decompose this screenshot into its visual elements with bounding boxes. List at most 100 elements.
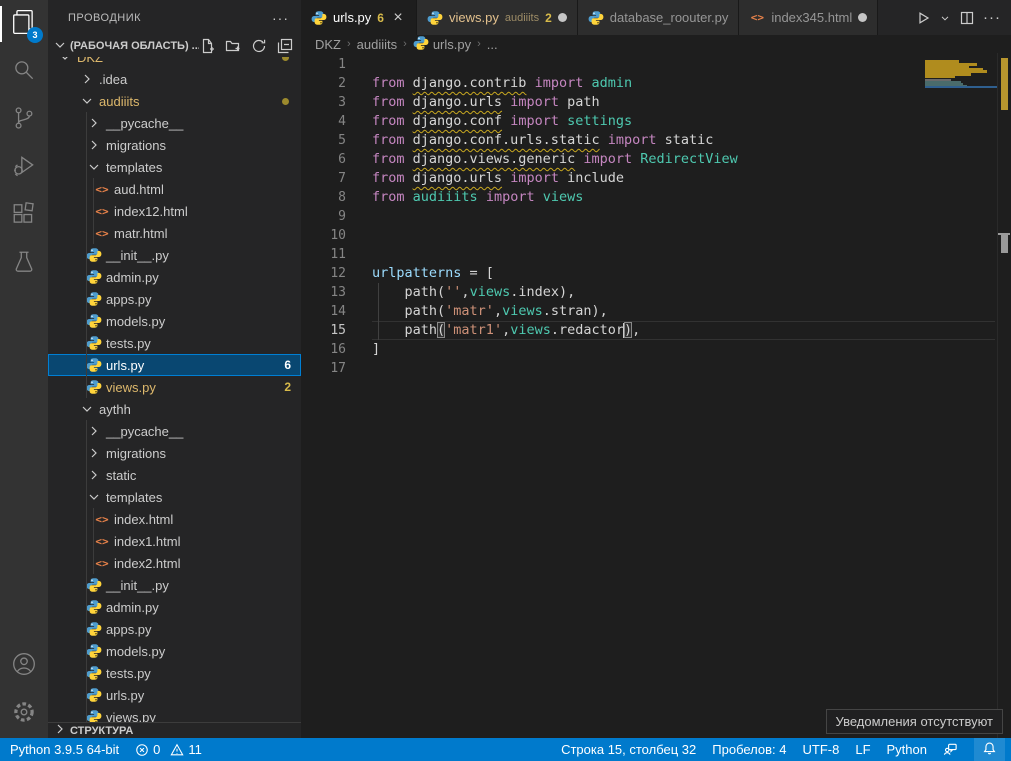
dirty-indicator-dot (558, 13, 567, 22)
more-actions-icon[interactable]: ··· (983, 9, 1001, 26)
activity-explorer-button[interactable]: 3 (0, 0, 48, 48)
run-dropdown-chevron-icon[interactable] (939, 12, 951, 24)
code-line: 10 (301, 226, 1011, 245)
tree-indent-guide (86, 684, 87, 706)
tree-item-migrations[interactable]: migrations (48, 442, 301, 464)
html-file-icon: <> (95, 557, 108, 570)
tab-label: views.py (449, 10, 499, 25)
tree-item--init-py[interactable]: __init__.py (48, 574, 301, 596)
tab-problems-badge: 6 (377, 11, 384, 25)
explorer-badge: 3 (27, 27, 43, 43)
tree-item--pycache-[interactable]: __pycache__ (48, 112, 301, 134)
tree-item-migrations[interactable]: migrations (48, 134, 301, 156)
tree-indent-guide (86, 354, 87, 376)
status-indentation[interactable]: Пробелов: 4 (712, 742, 786, 757)
activity-search-button[interactable] (0, 48, 48, 96)
status-language-mode[interactable]: Python (887, 742, 927, 757)
breadcrumb-item[interactable]: audiiits (357, 37, 397, 52)
tree-item--idea[interactable]: .idea (48, 68, 301, 90)
activity-extensions-button[interactable] (0, 192, 48, 240)
tree-item-index1-html[interactable]: <>index1.html (48, 530, 301, 552)
tree-item-label: apps.py (106, 292, 152, 307)
tree-item-models-py[interactable]: models.py (48, 640, 301, 662)
tree-item--pycache-[interactable]: __pycache__ (48, 420, 301, 442)
tree-item-templates[interactable]: templates (48, 486, 301, 508)
breadcrumb-item[interactable]: ... (487, 37, 498, 52)
code-line-text: path('matr1',views.redactor), (372, 321, 640, 340)
status-python-interpreter[interactable]: Python 3.9.5 64-bit (10, 742, 119, 757)
code-editor[interactable]: 12from django.contrib import admin3from … (301, 53, 1011, 738)
python-file-icon (86, 269, 102, 285)
split-editor-icon[interactable] (959, 10, 975, 26)
tree-item-audiiits[interactable]: audiiits (48, 90, 301, 112)
activity-source-control-button[interactable] (0, 96, 48, 144)
tree-indent-guide (86, 112, 87, 134)
run-icon[interactable] (915, 10, 931, 26)
status-eol[interactable]: LF (855, 742, 870, 757)
status-notifications-bell[interactable] (974, 738, 1005, 761)
breadcrumb-item[interactable]: urls.py (413, 35, 471, 54)
status-problems[interactable]: 011 (135, 742, 202, 757)
tree-indent-guide (86, 310, 87, 332)
tree-item-urls-py[interactable]: urls.py6 (48, 354, 301, 376)
status-cursor-position[interactable]: Строка 15, столбец 32 (561, 742, 696, 757)
editor-scrollbar[interactable] (997, 53, 1011, 738)
tree-item-admin-py[interactable]: admin.py (48, 266, 301, 288)
tree-item-aythh[interactable]: aythh (48, 398, 301, 420)
html-file-icon: <> (94, 533, 110, 549)
scrollbar-slider (1001, 235, 1008, 253)
new-folder-icon[interactable] (225, 38, 241, 54)
collapse-all-icon[interactable] (277, 38, 293, 54)
tree-item-apps-py[interactable]: apps.py (48, 618, 301, 640)
tree-item-static[interactable]: static (48, 464, 301, 486)
activity-run-debug-button[interactable] (0, 144, 48, 192)
python-file-icon (427, 10, 443, 26)
tree-item-views-py[interactable]: views.py (48, 706, 301, 722)
refresh-icon[interactable] (251, 38, 267, 54)
tree-item-views-py[interactable]: views.py2 (48, 376, 301, 398)
breadcrumb-item[interactable]: DKZ (315, 37, 341, 52)
line-number: 9 (301, 207, 346, 226)
chevron-right-icon (86, 423, 102, 439)
tree-indent-guide (93, 200, 94, 222)
tree-item-index-html[interactable]: <>index.html (48, 508, 301, 530)
tree-item-index12-html[interactable]: <>index12.html (48, 200, 301, 222)
status-encoding[interactable]: UTF-8 (803, 742, 840, 757)
tab-problems-badge: 2 (545, 11, 552, 25)
tree-item-dkz[interactable]: DKZ (48, 57, 301, 68)
activity-testing-button[interactable] (0, 240, 48, 288)
tree-item-admin-py[interactable]: admin.py (48, 596, 301, 618)
code-line: 5from django.conf.urls.static import sta… (301, 131, 1011, 150)
close-icon[interactable]: × (390, 10, 406, 26)
code-line: 17 (301, 359, 1011, 378)
tab-database-roouter-py[interactable]: database_roouter.py (578, 0, 740, 35)
tree-item-label: views.py (106, 710, 156, 723)
outline-section-header[interactable]: СТРУКТУРА (48, 722, 301, 738)
chevron-right-icon (86, 137, 102, 153)
sidebar-more-actions-icon[interactable]: ··· (272, 10, 289, 26)
tab-index345-html[interactable]: <>index345.html (739, 0, 878, 35)
tree-indent-guide (86, 662, 87, 684)
tree-item-models-py[interactable]: models.py (48, 310, 301, 332)
code-line: 3from django.urls import path (301, 93, 1011, 112)
tree-item-index2-html[interactable]: <>index2.html (48, 552, 301, 574)
tree-item-tests-py[interactable]: tests.py (48, 662, 301, 684)
status-feedback[interactable] (943, 742, 958, 757)
tree-item-label: admin.py (106, 270, 159, 285)
tree-item-apps-py[interactable]: apps.py (48, 288, 301, 310)
problems-count-badge: 2 (284, 380, 291, 394)
tree-item-aud-html[interactable]: <>aud.html (48, 178, 301, 200)
tree-item-tests-py[interactable]: tests.py (48, 332, 301, 354)
workspace-section-header[interactable]: (РАБОЧАЯ ОБЛАСТЬ) ... (48, 35, 301, 57)
chevron-down-icon (57, 57, 73, 65)
tree-item-urls-py[interactable]: urls.py (48, 684, 301, 706)
activity-settings-gear-button[interactable] (0, 690, 48, 738)
tree-item--init-py[interactable]: __init__.py (48, 244, 301, 266)
tree-item-matr-html[interactable]: <>matr.html (48, 222, 301, 244)
tree-item-templates[interactable]: templates (48, 156, 301, 178)
new-file-icon[interactable] (199, 38, 215, 54)
activity-account-button[interactable] (0, 642, 48, 690)
tab-urls-py[interactable]: urls.py6× (301, 0, 417, 35)
tab-views-py[interactable]: views.pyaudiiits2 (417, 0, 578, 35)
main-area: 3 ПРОВОДНИК ··· (РАБОЧАЯ ОБЛАСТЬ) ... DK… (0, 0, 1011, 738)
